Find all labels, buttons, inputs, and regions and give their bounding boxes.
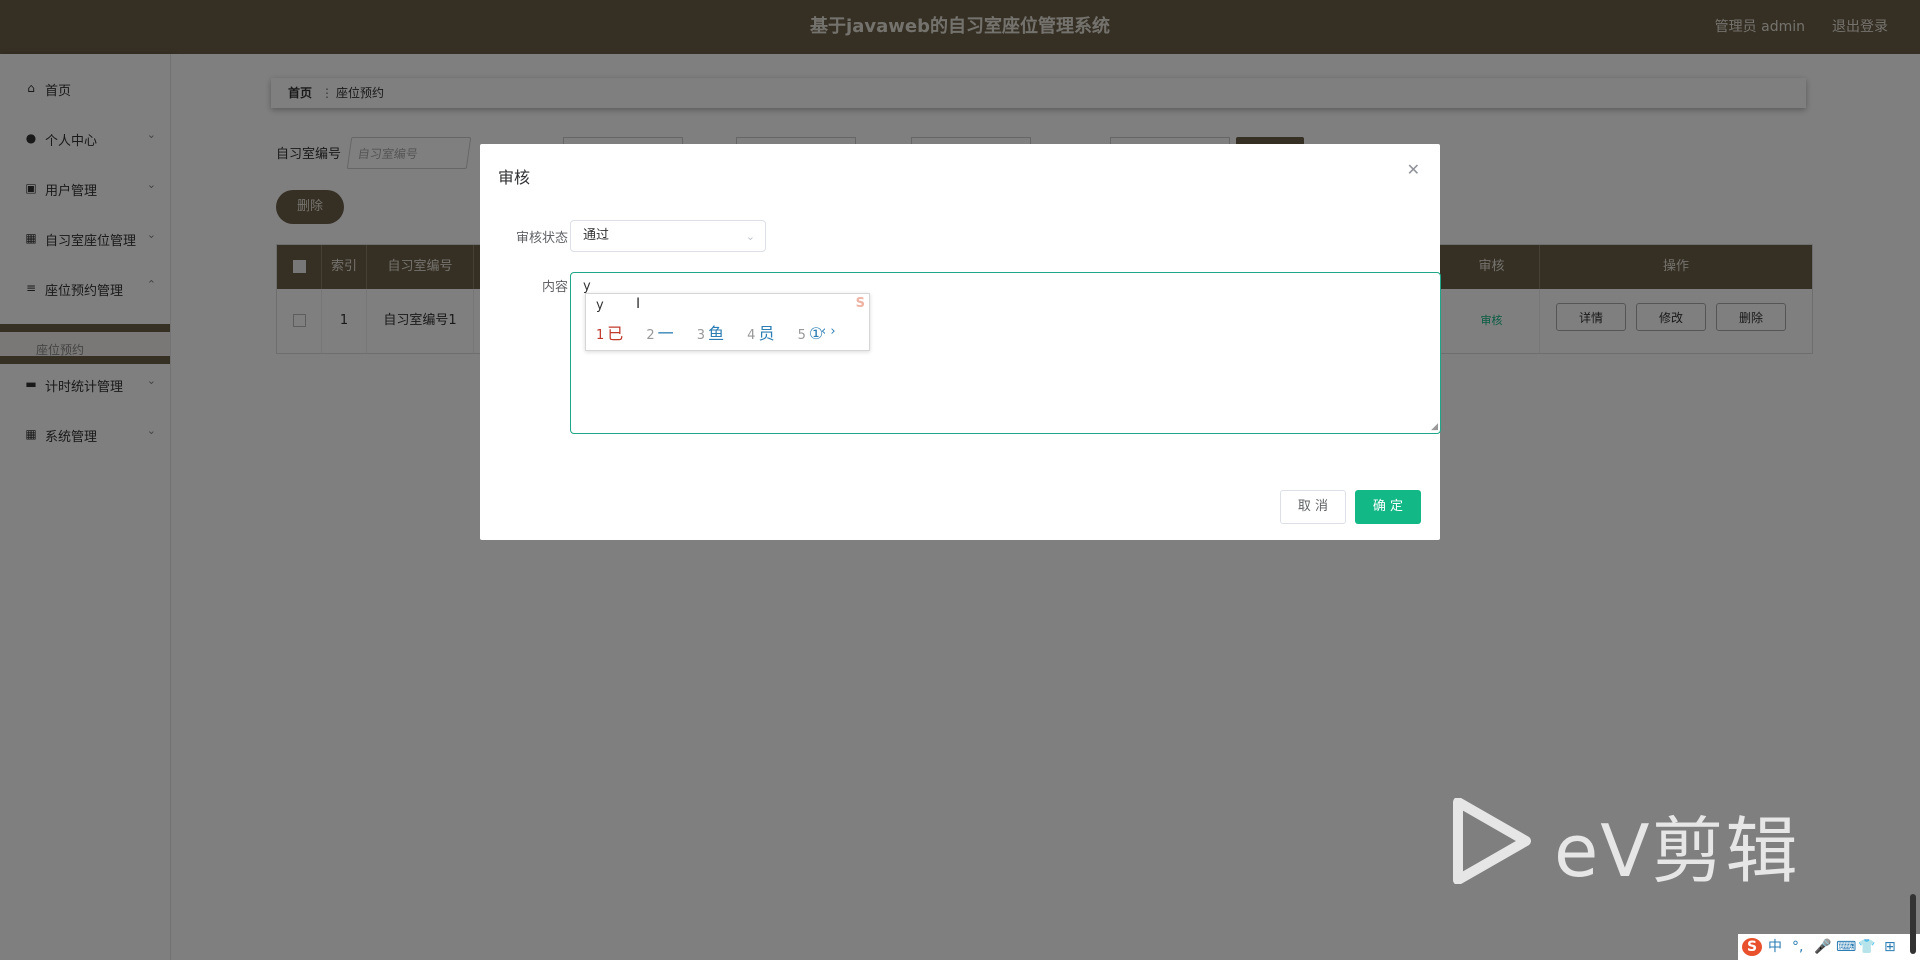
status-value: 通过 [583, 228, 610, 243]
ime-candidate[interactable]: 2一 [646, 324, 682, 343]
ime-logo-icon: S [855, 296, 865, 311]
audit-dialog: 审核 ✕ 审核状态 通过 ⌄ 内容 y ◢ y I S 1已 2一 3鱼 4员 … [480, 144, 1441, 540]
watermark-text: eV剪辑 [1554, 809, 1800, 893]
ime-page-nav[interactable]: ‹ › [821, 324, 836, 339]
content-value: y [583, 279, 591, 294]
status-select[interactable]: 通过 ⌄ [570, 220, 766, 252]
punctuation-icon[interactable]: °, [1792, 938, 1803, 956]
content-label: 内容 [541, 280, 568, 295]
dialog-title: 审核 [498, 168, 531, 187]
microphone-icon[interactable]: 🎤 [1814, 938, 1831, 956]
resize-grip-icon[interactable]: ◢ [1431, 422, 1438, 432]
ime-candidate-popup: y I S 1已 2一 3鱼 4员 5① ‹ › [585, 293, 870, 351]
ime-candidate[interactable]: 3鱼 [697, 324, 733, 343]
text-cursor-icon: I [636, 296, 641, 312]
chevron-down-icon: ⌄ [745, 230, 755, 243]
ime-candidate[interactable]: 1已 [596, 324, 632, 343]
scrollbar[interactable] [1910, 894, 1916, 954]
ime-candidates: 1已 2一 3鱼 4员 5① [596, 320, 841, 344]
cancel-button[interactable]: 取 消 [1280, 490, 1346, 524]
ime-pinyin: y [596, 298, 604, 313]
keyboard-icon[interactable]: ⌨ [1836, 938, 1856, 956]
skin-icon[interactable]: 👕 [1858, 938, 1875, 956]
system-tray: S 中 °, 🎤 ⌨ 👕 ⊞ [1738, 934, 1920, 960]
ime-candidate[interactable]: 4员 [747, 324, 783, 343]
ime-lang-icon[interactable]: 中 [1768, 938, 1782, 956]
status-label: 审核状态 [515, 231, 568, 246]
toolbox-icon[interactable]: ⊞ [1884, 938, 1896, 956]
ev-watermark: eV剪辑 [1452, 797, 1824, 893]
play-logo-icon [1453, 797, 1531, 885]
sogou-icon[interactable]: S [1742, 938, 1762, 956]
confirm-button[interactable]: 确 定 [1355, 490, 1421, 524]
close-icon[interactable]: ✕ [1407, 160, 1420, 179]
